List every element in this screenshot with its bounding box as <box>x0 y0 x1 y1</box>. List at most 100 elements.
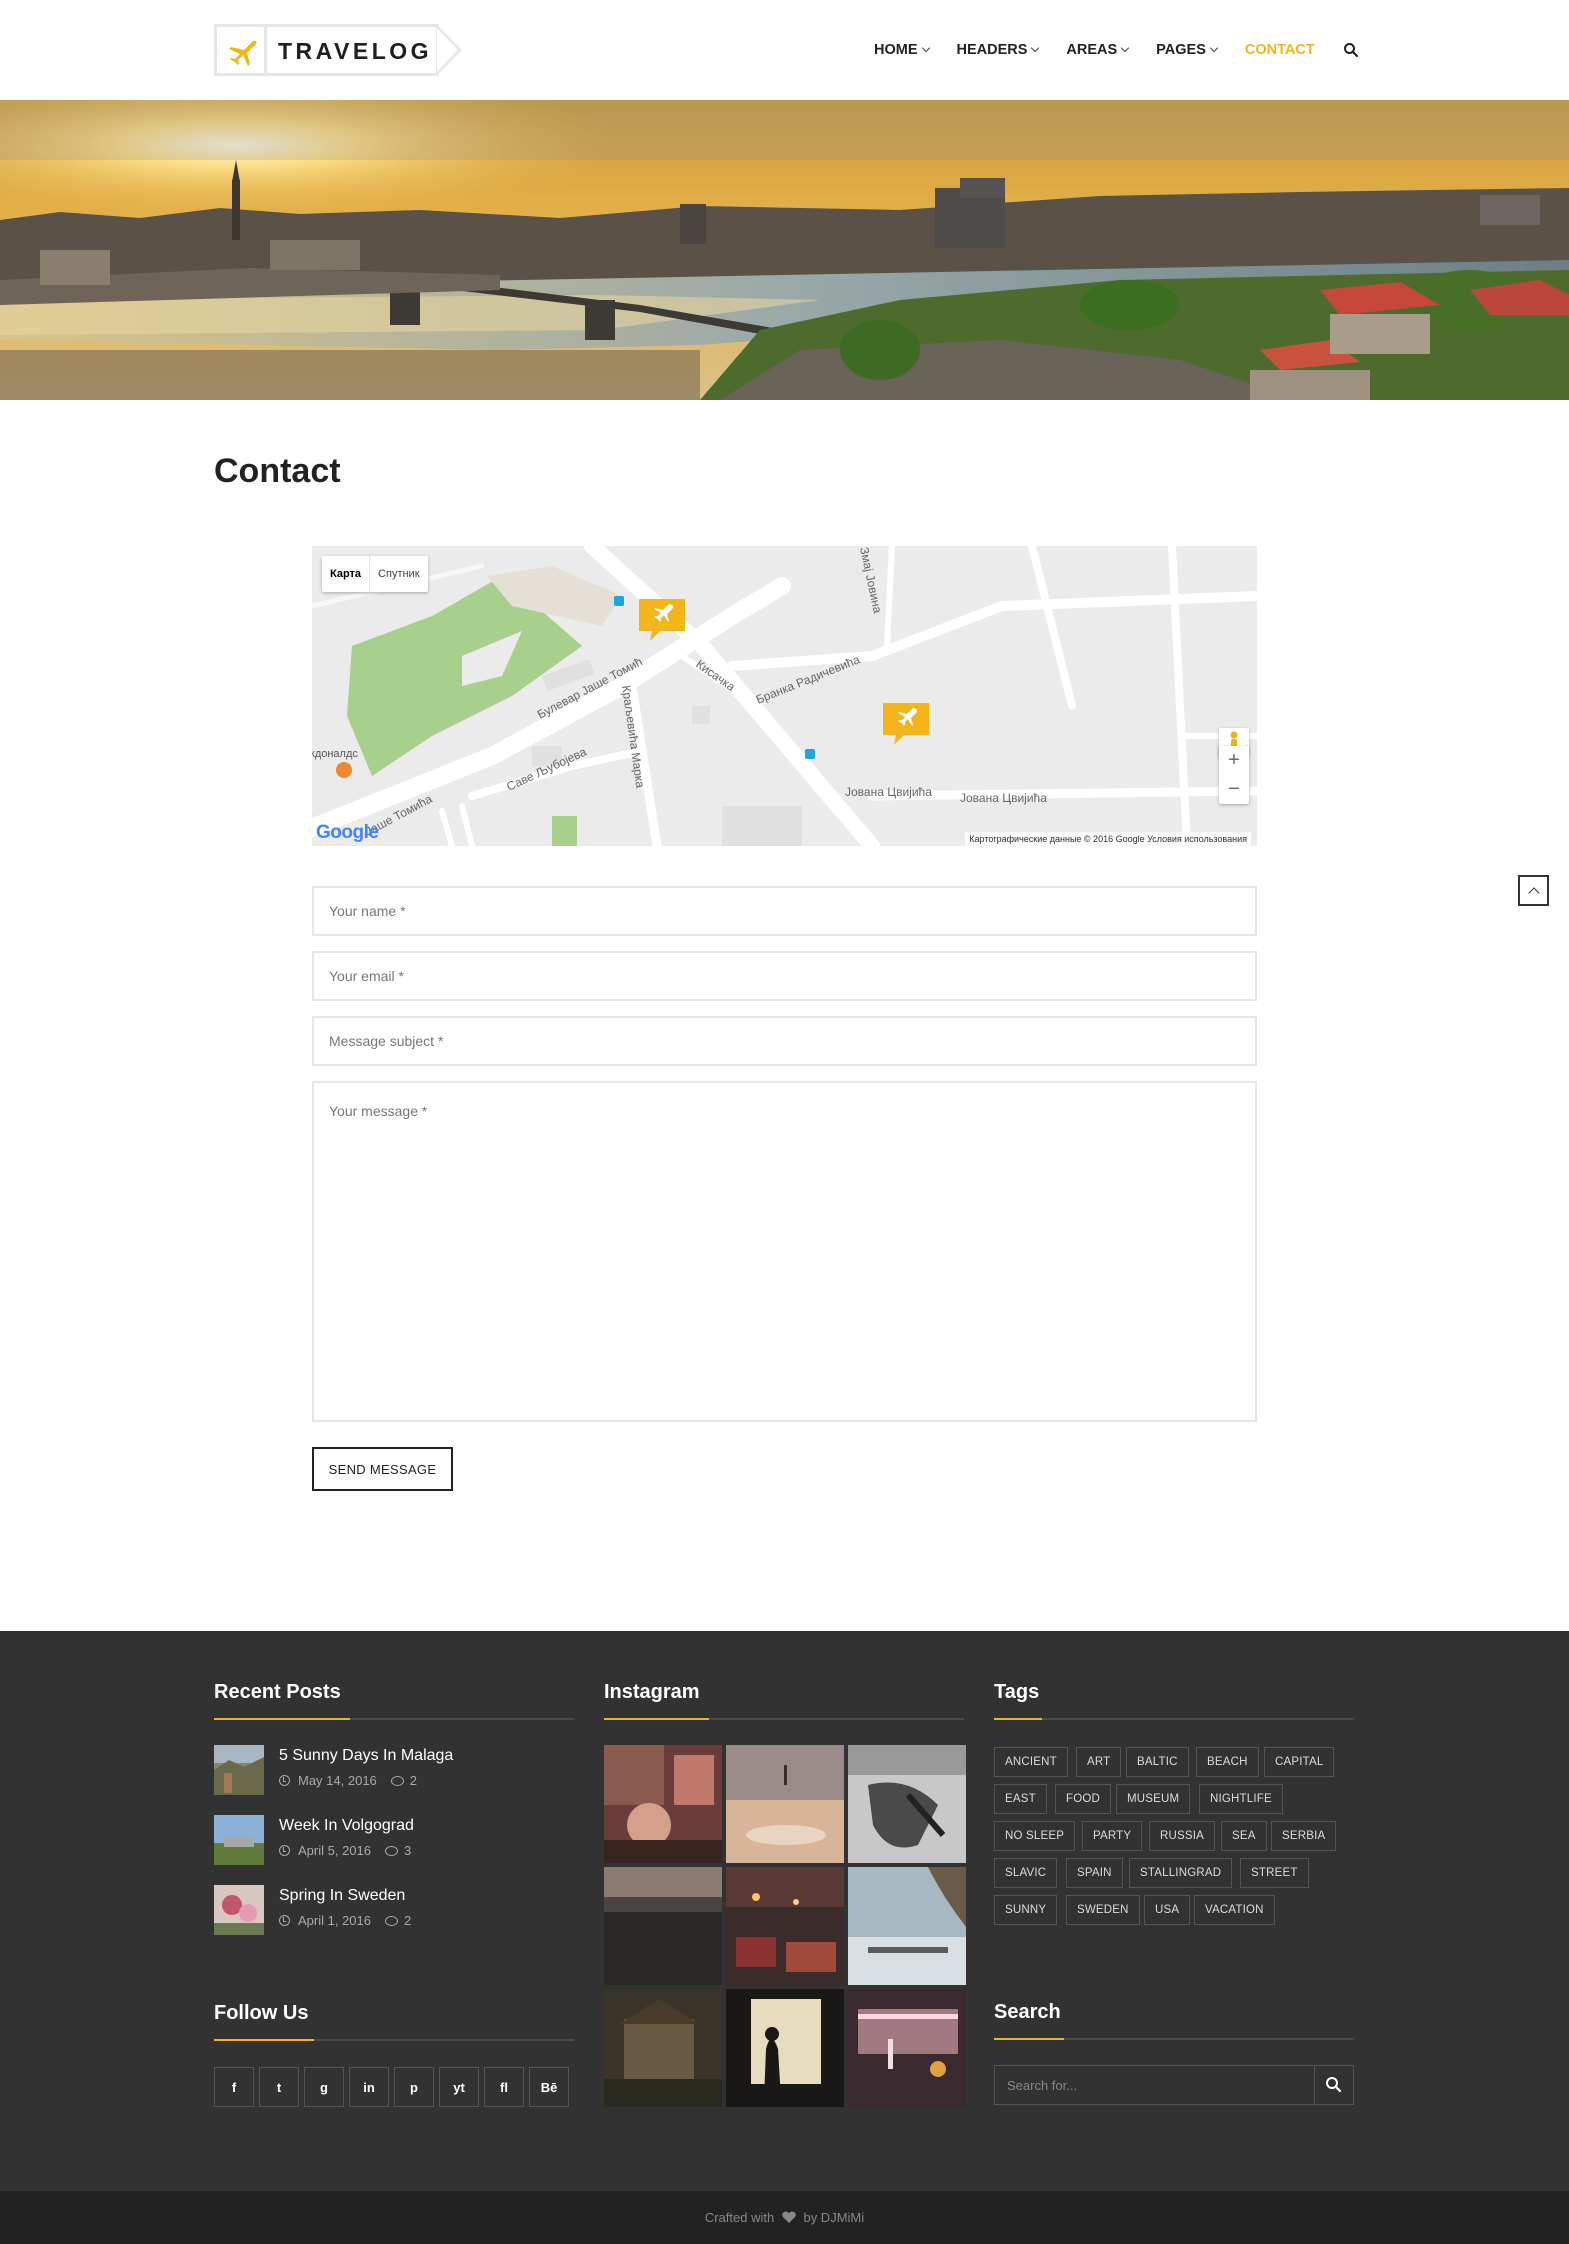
tag-east[interactable]: EAST <box>994 1784 1047 1814</box>
zoom-out-button[interactable]: − <box>1219 775 1249 804</box>
post-thumbnail <box>214 1745 264 1795</box>
pinterest-icon[interactable]: p <box>394 2067 434 2107</box>
map-type-satellite[interactable]: Спутник <box>370 556 427 592</box>
instagram-photo[interactable] <box>726 1867 844 1985</box>
post-title[interactable]: Week In Volgograd <box>279 1817 414 1835</box>
poi-label: кдоналдс <box>312 748 358 760</box>
credit-suffix[interactable]: by DJMiMi <box>803 2210 864 2225</box>
recent-post[interactable]: Spring In Sweden April 1, 2016 2 <box>214 1885 574 1935</box>
tag-food[interactable]: FOOD <box>1055 1784 1112 1814</box>
section-divider <box>214 2039 574 2041</box>
section-divider <box>994 1718 1354 1720</box>
hero-image <box>0 100 1569 400</box>
tag-usa[interactable]: USA <box>1144 1895 1191 1925</box>
tag-street[interactable]: STREET <box>1240 1858 1309 1888</box>
name-field[interactable] <box>312 886 1257 936</box>
youtube-icon[interactable]: yt <box>439 2067 479 2107</box>
tag-sweden[interactable]: SWEDEN <box>1066 1895 1140 1925</box>
chevron-down-icon <box>1209 43 1219 53</box>
instagram-photo[interactable] <box>726 1745 844 1863</box>
recent-posts-title: Recent Posts <box>214 1681 341 1703</box>
tag-spain[interactable]: SPAIN <box>1066 1858 1123 1888</box>
tag-serbia[interactable]: SERBIA <box>1271 1821 1337 1851</box>
post-thumbnail <box>214 1815 264 1865</box>
post-title[interactable]: Spring In Sweden <box>279 1887 405 1905</box>
nav-home-label: HOME <box>874 42 918 58</box>
clock-icon <box>279 1845 290 1856</box>
page-title: Contact <box>214 452 341 490</box>
logo-text: TRAVELOG <box>278 38 433 64</box>
search-icon[interactable] <box>1315 2066 1353 2104</box>
tag-baltic[interactable]: BALTIC <box>1126 1747 1189 1777</box>
map-credit[interactable]: Картографические данные © 2016 Google Ус… <box>965 832 1251 846</box>
nav-pages[interactable]: PAGES <box>1156 42 1219 58</box>
tag-art[interactable]: ART <box>1076 1747 1122 1777</box>
chevron-down-icon <box>1031 43 1040 53</box>
tag-russia[interactable]: RUSSIA <box>1149 1821 1216 1851</box>
follow-us-title: Follow Us <box>214 2002 309 2024</box>
comment-icon <box>385 1915 398 1926</box>
send-message-button[interactable]: SEND MESSAGE <box>312 1447 453 1491</box>
comment-icon <box>385 1845 398 1856</box>
post-comments: 2 <box>409 1773 418 1788</box>
instagram-photo[interactable] <box>726 1989 844 2107</box>
nav-home[interactable]: HOME <box>874 42 930 58</box>
footer-search-input[interactable] <box>995 2066 1315 2104</box>
instagram-photo[interactable] <box>604 1989 722 2107</box>
tag-ancient[interactable]: ANCIENT <box>994 1747 1068 1777</box>
city-panorama <box>0 100 1569 400</box>
instagram-photo[interactable] <box>848 1989 966 2107</box>
post-comments: 3 <box>404 1843 412 1858</box>
tag-party[interactable]: PARTY <box>1082 1821 1143 1851</box>
site-header: TRAVELOG HOME HEADERS AREAS PAGES CONTAC… <box>0 0 1569 100</box>
tag-museum[interactable]: MUSEUM <box>1116 1784 1191 1814</box>
tag-nightlife[interactable]: NIGHTLIFE <box>1199 1784 1283 1814</box>
tags-title: Tags <box>994 1681 1040 1703</box>
message-field[interactable] <box>312 1081 1257 1422</box>
search-title: Search <box>994 2001 1061 2023</box>
instagram-photo[interactable] <box>604 1867 722 1985</box>
post-meta: April 5, 2016 3 <box>279 1843 411 1858</box>
flickr-icon[interactable]: fl <box>484 2067 524 2107</box>
nav-areas[interactable]: AREAS <box>1066 42 1130 58</box>
map-type-map[interactable]: Карта <box>322 556 371 592</box>
nav-pages-label: PAGES <box>1156 42 1206 58</box>
credit-prefix: Crafted with <box>704 2210 775 2225</box>
google-plus-icon[interactable]: g <box>304 2067 344 2107</box>
tag-sea[interactable]: SEA <box>1221 1821 1267 1851</box>
recent-post[interactable]: Week In Volgograd April 5, 2016 3 <box>214 1815 574 1865</box>
tag-vacation[interactable]: VACATION <box>1194 1895 1275 1925</box>
site-logo[interactable]: TRAVELOG <box>214 24 466 76</box>
zoom-in-button[interactable]: + <box>1219 746 1249 775</box>
tag-slavic[interactable]: SLAVIC <box>994 1858 1058 1888</box>
instagram-photo[interactable] <box>848 1867 966 1985</box>
facebook-icon[interactable]: f <box>214 2067 254 2107</box>
search-icon[interactable] <box>1343 42 1359 58</box>
back-to-top-button[interactable] <box>1518 875 1549 906</box>
email-field[interactable] <box>312 951 1257 1001</box>
street-label: Јована Цвијића <box>960 791 1047 805</box>
post-thumbnail <box>214 1885 264 1935</box>
nav-headers[interactable]: HEADERS <box>956 42 1040 58</box>
tag-stallingrad[interactable]: STALLINGRAD <box>1129 1858 1233 1888</box>
linkedin-icon[interactable]: in <box>349 2067 389 2107</box>
instagram-photo[interactable] <box>604 1745 722 1863</box>
nav-contact[interactable]: CONTACT <box>1245 42 1315 58</box>
behance-icon[interactable]: Bē <box>529 2067 569 2107</box>
instagram-photo[interactable] <box>848 1745 966 1863</box>
chevron-down-icon <box>1120 43 1130 53</box>
nav-headers-label: HEADERS <box>956 42 1028 58</box>
section-divider <box>604 1718 964 1720</box>
heart-icon <box>782 2211 796 2223</box>
post-title[interactable]: 5 Sunny Days In Malaga <box>279 1747 453 1765</box>
twitter-icon[interactable]: t <box>259 2067 299 2107</box>
tag-no-sleep[interactable]: NO SLEEP <box>994 1821 1076 1851</box>
tag-sunny[interactable]: SUNNY <box>994 1895 1058 1925</box>
location-map[interactable]: Булевар Јаше Томић Кисачка Бранка Радиче… <box>312 546 1257 846</box>
recent-post[interactable]: 5 Sunny Days In Malaga May 14, 2016 2 <box>214 1745 574 1795</box>
tag-beach[interactable]: BEACH <box>1196 1747 1259 1777</box>
street-label: Јована Цвијића <box>845 785 932 799</box>
subject-field[interactable] <box>312 1016 1257 1066</box>
google-logo: Google <box>316 822 379 843</box>
tag-capital[interactable]: CAPITAL <box>1264 1747 1335 1777</box>
